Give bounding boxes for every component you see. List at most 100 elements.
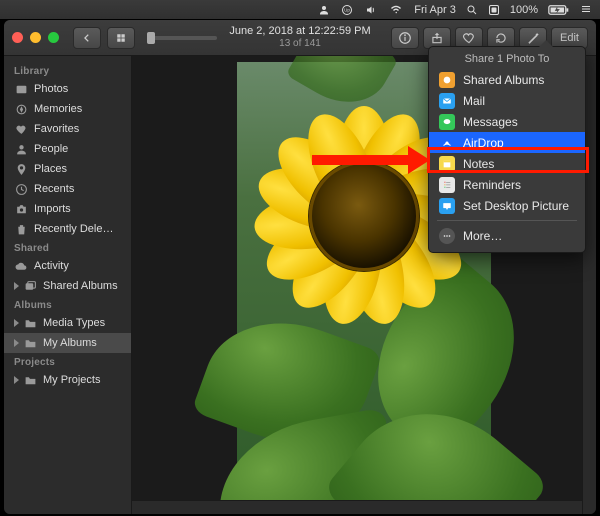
- cloud-icon: [14, 259, 28, 273]
- share-item-set-desktop[interactable]: Set Desktop Picture: [429, 195, 585, 216]
- places-icon: [14, 162, 28, 176]
- sidebar-item-recently-deleted[interactable]: Recently Dele…: [4, 219, 131, 239]
- share-popover: Share 1 Photo To Shared Albums Mail Mess…: [428, 46, 586, 253]
- sidebar-item-favorites[interactable]: Favorites: [4, 119, 131, 139]
- zoom-slider[interactable]: [147, 36, 217, 40]
- sidebar-item-people[interactable]: People: [4, 139, 131, 159]
- share-popover-title: Share 1 Photo To: [429, 53, 585, 69]
- battery-percent: 100%: [510, 4, 538, 16]
- sidebar-item-label: Recents: [34, 183, 74, 195]
- sidebar: Library Photos Memories Favorites People…: [4, 56, 132, 514]
- notes-icon: [439, 156, 455, 172]
- sidebar-header-shared: Shared: [4, 239, 131, 256]
- notification-center-icon[interactable]: [580, 4, 592, 16]
- thumbnail-grid-button[interactable]: [107, 27, 135, 49]
- sidebar-item-label: Activity: [34, 260, 69, 272]
- mail-icon: [439, 93, 455, 109]
- wifi-icon[interactable]: [388, 4, 404, 16]
- photos-icon: [14, 82, 28, 96]
- sidebar-item-shared-albums[interactable]: Shared Albums: [4, 276, 131, 296]
- share-item-label: Reminders: [463, 178, 521, 192]
- sidebar-item-label: Memories: [34, 103, 82, 115]
- share-item-airdrop[interactable]: AirDrop: [429, 132, 585, 153]
- back-button[interactable]: [73, 27, 101, 49]
- sidebar-item-label: Shared Albums: [43, 280, 118, 292]
- share-item-shared-albums[interactable]: Shared Albums: [429, 69, 585, 90]
- close-window-button[interactable]: [12, 32, 23, 43]
- camera-icon: [14, 202, 28, 216]
- sidebar-item-activity[interactable]: Activity: [4, 256, 131, 276]
- svg-text:Up: Up: [344, 7, 350, 12]
- up-indicator-icon: Up: [340, 4, 354, 16]
- share-item-label: Messages: [463, 115, 518, 129]
- disclosure-triangle-icon[interactable]: [14, 282, 19, 290]
- sidebar-item-label: My Albums: [43, 337, 97, 349]
- menubar-clock[interactable]: Fri Apr 3: [414, 4, 456, 16]
- people-icon: [14, 142, 28, 156]
- shared-album-icon: [23, 279, 37, 293]
- airdrop-icon: [439, 135, 455, 151]
- sidebar-item-media-types[interactable]: Media Types: [4, 313, 131, 333]
- control-center-icon[interactable]: [488, 4, 500, 16]
- heart-icon: [14, 122, 28, 136]
- shared-albums-icon: [439, 72, 455, 88]
- sidebar-item-my-projects[interactable]: My Projects: [4, 370, 131, 390]
- share-item-label: Notes: [463, 157, 494, 171]
- sidebar-header-projects: Projects: [4, 353, 131, 370]
- sidebar-item-label: Places: [34, 163, 67, 175]
- sidebar-item-label: Photos: [34, 83, 68, 95]
- sidebar-item-label: My Projects: [43, 374, 100, 386]
- folder-icon: [23, 336, 37, 350]
- share-item-label: Set Desktop Picture: [463, 199, 569, 213]
- sidebar-item-label: Favorites: [34, 123, 79, 135]
- sidebar-header-library: Library: [4, 62, 131, 79]
- folder-icon: [23, 316, 37, 330]
- folder-icon: [23, 373, 37, 387]
- photo-date-title: June 2, 2018 at 12:22:59 PM: [229, 25, 370, 38]
- memories-icon: [14, 102, 28, 116]
- share-item-label: More…: [463, 229, 502, 243]
- battery-icon[interactable]: [548, 4, 570, 16]
- share-item-mail[interactable]: Mail: [429, 90, 585, 111]
- share-item-label: Shared Albums: [463, 73, 544, 87]
- trash-icon: [14, 222, 28, 236]
- sidebar-item-label: People: [34, 143, 68, 155]
- disclosure-triangle-icon[interactable]: [14, 339, 19, 347]
- more-icon: [439, 228, 455, 244]
- disclosure-triangle-icon[interactable]: [14, 376, 19, 384]
- share-item-more[interactable]: More…: [429, 225, 585, 246]
- sidebar-item-recents[interactable]: Recents: [4, 179, 131, 199]
- window-controls: [12, 32, 59, 43]
- sidebar-item-label: Media Types: [43, 317, 105, 329]
- volume-icon[interactable]: [364, 4, 378, 16]
- sidebar-item-places[interactable]: Places: [4, 159, 131, 179]
- share-item-label: Mail: [463, 94, 485, 108]
- sidebar-item-photos[interactable]: Photos: [4, 79, 131, 99]
- zoom-window-button[interactable]: [48, 32, 59, 43]
- macos-menubar: Up Fri Apr 3 100%: [0, 0, 600, 20]
- desktop-icon: [439, 198, 455, 214]
- popover-divider: [437, 220, 577, 221]
- share-item-label: AirDrop: [463, 136, 504, 150]
- sidebar-item-label: Recently Dele…: [34, 223, 113, 235]
- photos-window: June 2, 2018 at 12:22:59 PM 13 of 141 Ed…: [4, 20, 596, 514]
- share-item-reminders[interactable]: Reminders: [429, 174, 585, 195]
- clock-icon: [14, 182, 28, 196]
- minimize-window-button[interactable]: [30, 32, 41, 43]
- sidebar-item-label: Imports: [34, 203, 71, 215]
- info-button[interactable]: [391, 27, 419, 49]
- messages-icon: [439, 114, 455, 130]
- horizontal-scrollbar[interactable]: [132, 500, 582, 514]
- share-item-messages[interactable]: Messages: [429, 111, 585, 132]
- sidebar-item-imports[interactable]: Imports: [4, 199, 131, 219]
- sidebar-header-albums: Albums: [4, 296, 131, 313]
- title-center: June 2, 2018 at 12:22:59 PM 13 of 141: [229, 25, 370, 50]
- sidebar-item-my-albums[interactable]: My Albums: [4, 333, 131, 353]
- share-item-notes[interactable]: Notes: [429, 153, 585, 174]
- sidebar-item-memories[interactable]: Memories: [4, 99, 131, 119]
- photo-index-subtitle: 13 of 141: [229, 38, 370, 50]
- fast-user-icon[interactable]: [318, 4, 330, 16]
- reminders-icon: [439, 177, 455, 193]
- disclosure-triangle-icon[interactable]: [14, 319, 19, 327]
- spotlight-icon[interactable]: [466, 4, 478, 16]
